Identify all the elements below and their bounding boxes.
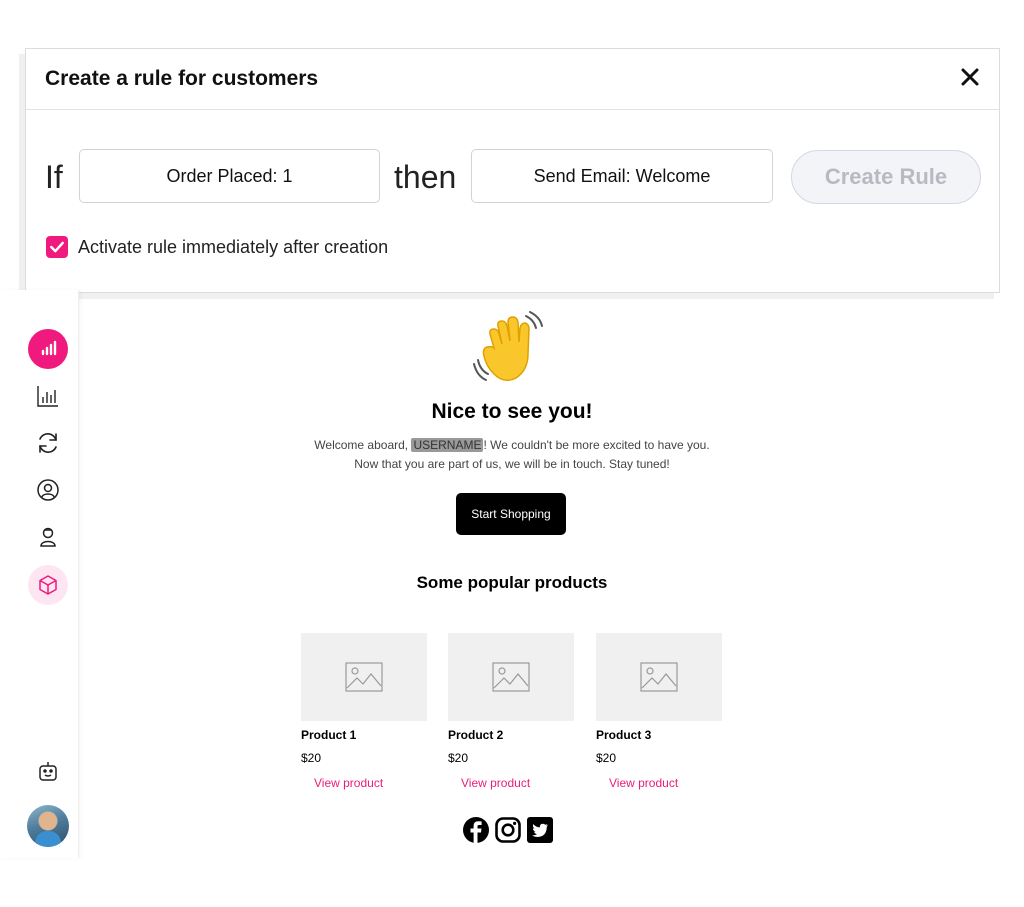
user-circle-icon[interactable] <box>28 470 68 510</box>
social-links <box>463 817 553 843</box>
instagram-icon[interactable] <box>495 817 521 843</box>
modal-title: Create a rule for customers <box>45 67 319 90</box>
box-icon[interactable] <box>28 565 68 605</box>
check-icon <box>50 241 64 253</box>
rule-row: If Order Placed: 1 then Send Email: Welc… <box>26 149 999 207</box>
refresh-icon[interactable] <box>28 423 68 463</box>
activate-rule-checkbox[interactable] <box>46 236 68 258</box>
modal-header: Create a rule for customers <box>26 49 999 110</box>
email-preview: Nice to see you! Welcome aboard, USERNAM… <box>80 296 944 856</box>
view-product-link[interactable]: View product <box>448 776 574 790</box>
chatbot-icon[interactable] <box>28 752 68 792</box>
waving-hand-icon <box>472 308 552 388</box>
avatar[interactable] <box>27 805 69 847</box>
product-price: $20 <box>448 751 469 765</box>
image-placeholder-icon <box>301 633 427 721</box>
if-label: If <box>45 159 63 195</box>
twitter-icon[interactable] <box>527 817 553 843</box>
person-pin-icon[interactable] <box>28 517 68 557</box>
welcome-line2: Now that you are part of us, we will be … <box>354 457 670 471</box>
sidebar <box>0 290 79 858</box>
products-heading: Some popular products <box>416 573 608 592</box>
username-tag: USERNAME <box>411 438 484 452</box>
product-price: $20 <box>301 751 322 765</box>
close-icon[interactable] <box>959 66 981 88</box>
product-card: Product 2 $20 View product <box>448 633 574 790</box>
product-name: Product 2 <box>448 728 504 742</box>
view-product-link[interactable]: View product <box>301 776 427 790</box>
product-name: Product 3 <box>596 728 652 742</box>
signal-bars-icon[interactable] <box>28 329 68 369</box>
product-card: Product 3 $20 View product <box>596 633 722 790</box>
product-card: Product 1 $20 View product <box>301 633 427 790</box>
product-name: Product 1 <box>301 728 357 742</box>
start-shopping-button[interactable]: Start Shopping <box>456 493 566 535</box>
facebook-icon[interactable] <box>463 817 489 843</box>
then-label: then <box>394 159 457 195</box>
welcome-prefix: Welcome aboard, <box>314 438 412 452</box>
greeting-text: Welcome aboard, USERNAME! We couldn't be… <box>80 436 944 474</box>
action-select[interactable]: Send Email: Welcome <box>471 149 773 203</box>
activate-rule-row: Activate rule immediately after creation <box>46 236 388 258</box>
image-placeholder-icon <box>596 633 722 721</box>
activate-rule-label: Activate rule immediately after creation <box>78 236 389 257</box>
create-rule-modal: Create a rule for customers If Order Pla… <box>25 48 1000 293</box>
greeting-title: Nice to see you! <box>431 400 593 423</box>
bar-chart-icon[interactable] <box>28 376 68 416</box>
trigger-select[interactable]: Order Placed: 1 <box>79 149 380 203</box>
product-price: $20 <box>596 751 617 765</box>
image-placeholder-icon <box>448 633 574 721</box>
view-product-link[interactable]: View product <box>596 776 722 790</box>
welcome-suffix: ! We couldn't be more excited to have yo… <box>483 438 710 452</box>
create-rule-button[interactable]: Create Rule <box>791 150 981 204</box>
